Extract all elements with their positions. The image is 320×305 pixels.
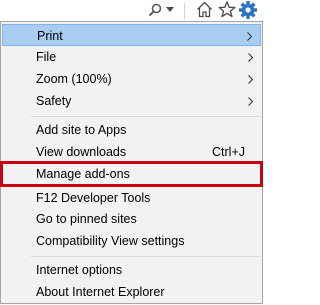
menu-item-add-site-to-apps[interactable]: Add site to Apps xyxy=(2,119,261,141)
menu-item-label: Compatibility View settings xyxy=(36,234,185,248)
menu-item-view-downloads[interactable]: View downloads Ctrl+J xyxy=(2,141,261,163)
menu-item-label: View downloads xyxy=(36,145,127,159)
menu-item-label: About Internet Explorer xyxy=(36,285,165,299)
menu-item-internet-options[interactable]: Internet options xyxy=(2,259,261,281)
search-icon[interactable] xyxy=(148,3,162,17)
toolbar-divider xyxy=(184,3,185,19)
home-icon[interactable] xyxy=(196,1,213,18)
menu-item-compatibility-view-settings[interactable]: Compatibility View settings xyxy=(2,230,261,252)
menu-item-zoom[interactable]: Zoom (100%) xyxy=(2,68,261,90)
settings-gear-icon[interactable] xyxy=(238,0,258,20)
menu-item-print[interactable]: Print xyxy=(2,24,261,46)
menu-item-shortcut: Ctrl+J xyxy=(212,145,245,159)
tools-menu: Print File Zoom (100%) Safety Add site t… xyxy=(0,21,263,304)
browser-toolbar xyxy=(0,0,265,22)
menu-item-label: Safety xyxy=(36,94,72,108)
menu-separator xyxy=(31,116,259,117)
menu-item-label: F12 Developer Tools xyxy=(36,191,151,205)
dropdown-arrow-icon[interactable] xyxy=(166,7,174,13)
submenu-arrow-icon xyxy=(248,97,253,106)
menu-item-label: Print xyxy=(37,29,63,43)
menu-item-f12-developer-tools[interactable]: F12 Developer Tools xyxy=(2,187,261,209)
menu-item-go-to-pinned-sites[interactable]: Go to pinned sites xyxy=(2,208,261,230)
menu-item-label: Zoom (100%) xyxy=(36,72,112,86)
menu-item-label: Add site to Apps xyxy=(36,123,127,137)
menu-item-label: Manage add-ons xyxy=(36,167,130,181)
menu-item-label: Internet options xyxy=(36,263,123,277)
menu-item-manage-add-ons[interactable]: Manage add-ons xyxy=(0,161,263,187)
menu-item-file[interactable]: File xyxy=(2,46,261,68)
menu-separator xyxy=(31,256,259,257)
submenu-arrow-icon xyxy=(248,75,253,84)
favorites-star-icon[interactable] xyxy=(218,1,236,18)
menu-item-label: Go to pinned sites xyxy=(36,212,137,226)
submenu-arrow-icon xyxy=(248,53,253,62)
submenu-arrow-icon xyxy=(247,32,252,41)
menu-item-safety[interactable]: Safety xyxy=(2,90,261,112)
menu-item-label: File xyxy=(36,50,57,64)
menu-item-about-internet-explorer[interactable]: About Internet Explorer xyxy=(2,281,261,303)
